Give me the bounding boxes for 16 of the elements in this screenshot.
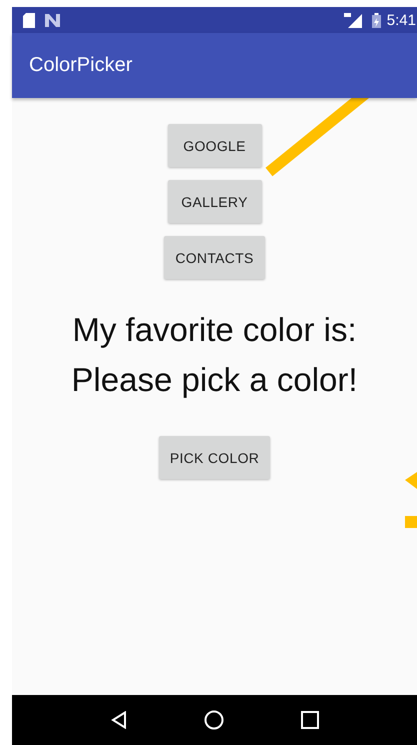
pick-color-button[interactable]: PICK COLOR [158,436,270,479]
home-icon[interactable] [204,710,224,730]
message-text: Please pick a color! [71,360,358,400]
app-title: ColorPicker [29,54,132,77]
signal-icon [344,12,362,28]
sd-card-icon [23,12,35,28]
annotation-mark [405,516,417,528]
status-time: 5:41 [386,12,416,28]
annotation-arrowhead [405,472,417,489]
heading-text: My favorite color is: [72,310,357,350]
back-icon[interactable] [110,711,126,729]
action-button[interactable]: CONTACTS [164,236,265,279]
battery-icon [372,12,381,28]
action-button[interactable]: GALLERY [168,180,262,223]
action-button[interactable]: GOOGLE [168,124,262,167]
recents-icon[interactable] [300,711,318,729]
